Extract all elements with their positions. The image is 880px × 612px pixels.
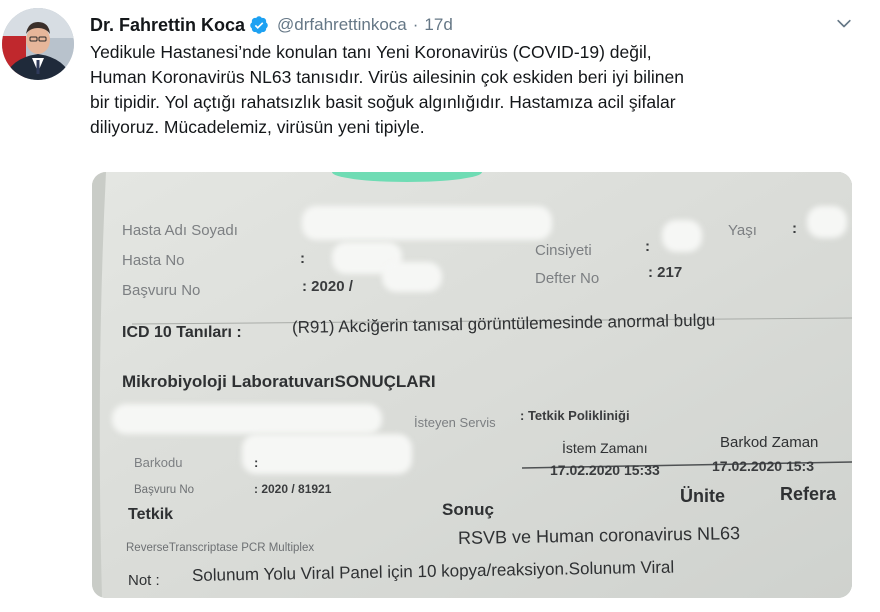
yasi-colon: : <box>792 220 797 237</box>
tweet-time[interactable]: 17d <box>424 15 452 35</box>
tweet-header: Dr. Fahrettin Koca @drfahrettinkoca · 17… <box>90 12 453 38</box>
verified-badge-icon <box>250 16 268 34</box>
lab-title: Mikrobiyoloji LaboratuvarıSONUÇLARI <box>122 372 436 391</box>
label-barkod-zamani: Barkod Zaman <box>720 434 819 451</box>
hasta-no-colon: : <box>300 250 305 267</box>
tweet-text: Yedikule Hastanesi’nde konulan tanı Yeni… <box>90 40 862 140</box>
label-basvuru-no: Başvuru No <box>122 282 201 299</box>
label-basvuru-no-2: Başvuru No <box>134 484 195 496</box>
chevron-down-icon[interactable] <box>834 14 854 34</box>
author-name[interactable]: Dr. Fahrettin Koca <box>90 15 245 36</box>
tweet-text-line: Human Koronavirüs NL63 tanısıdır. Virüs … <box>90 67 685 87</box>
icd-value: (R91) Akciğerin tanısal görüntülemesinde… <box>291 310 716 337</box>
column-unite: Ünite <box>680 486 725 506</box>
tweet[interactable]: Dr. Fahrettin Koca @drfahrettinkoca · 17… <box>0 0 880 612</box>
isteyen-servis-value: : Tetkik Polikliniği <box>520 408 630 423</box>
redaction <box>807 206 847 238</box>
redaction <box>302 206 552 240</box>
basvuru-no-2-value: : 2020 / 81921 <box>254 482 332 496</box>
label-barkodu: Barkodu <box>134 455 183 470</box>
label-cinsiyeti: Cinsiyeti <box>535 242 592 259</box>
not-text: Solunum Yolu Viral Panel için 10 kopya/r… <box>191 557 675 585</box>
column-referans: Refera <box>780 484 837 504</box>
document-content: Hasta Adı Soyadı Hasta No : Başvuru No :… <box>92 172 852 598</box>
basvuru-no-value: : 2020 / <box>302 278 353 295</box>
barkodu-colon: : <box>254 455 259 470</box>
tweet-text-line: diliyoruz. Mücadelemiz, virüsün yeni tip… <box>90 117 425 137</box>
label-yasi: Yaşı <box>728 222 757 239</box>
column-tetkik: Tetkik <box>128 506 174 523</box>
label-defter-no: Defter No <box>535 270 600 287</box>
tweet-text-line: Yedikule Hastanesi’nde konulan tanı Yeni… <box>90 42 652 62</box>
avatar[interactable] <box>2 8 74 80</box>
test-result: RSVB ve Human coronavirus NL63 <box>457 523 741 548</box>
redaction <box>112 404 382 434</box>
label-hasta-adi: Hasta Adı Soyadı <box>122 222 238 239</box>
label-istem-zamani: İstem Zamanı <box>562 440 648 456</box>
redaction <box>382 262 442 292</box>
test-name: ReverseTranscriptase PCR Multiplex <box>126 542 315 554</box>
tweet-text-line: bir tipidir. Yol açtığı rahatsızlık basi… <box>90 92 676 112</box>
column-sonuc: Sonuç <box>442 500 494 519</box>
label-isteyen-servis: İsteyen Servis <box>414 415 496 430</box>
istem-zamani-value: 17.02.2020 15:33 <box>550 462 660 478</box>
defter-no-value: : 217 <box>648 264 683 281</box>
redaction <box>662 220 702 252</box>
separator: · <box>412 15 419 34</box>
label-not: Not : <box>128 572 160 589</box>
avatar-photo <box>2 8 74 80</box>
barkod-zamani-value: 17.02.2020 15:3 <box>712 458 814 474</box>
redaction <box>242 434 412 474</box>
author-handle[interactable]: @drfahrettinkoca <box>277 15 407 35</box>
label-hasta-no: Hasta No <box>122 252 185 269</box>
tweet-photo[interactable]: Hasta Adı Soyadı Hasta No : Başvuru No :… <box>92 172 852 598</box>
cinsiyeti-colon: : <box>645 238 650 255</box>
label-icd: ICD 10 Tanıları : <box>122 324 242 341</box>
